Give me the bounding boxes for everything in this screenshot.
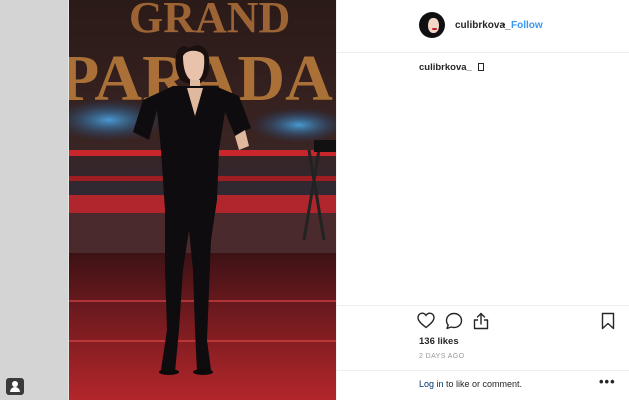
login-prompt-text: to like or comment. xyxy=(443,379,523,389)
login-link[interactable]: Log in xyxy=(419,379,444,389)
avatar-lips xyxy=(432,28,437,30)
post-sidebar: culibrkova_ • Follow culibrkova_ 136 lik… xyxy=(336,0,629,400)
backdrop-letters-top: GRAND xyxy=(129,0,290,42)
action-bar xyxy=(337,305,629,306)
stage-photo-illustration: GRAND PARADA xyxy=(69,0,336,400)
header-separator: • xyxy=(502,20,506,31)
caption-username[interactable]: culibrkova_ xyxy=(419,62,472,73)
heart-icon[interactable] xyxy=(417,312,435,329)
avatar-face xyxy=(428,18,439,33)
more-options-button[interactable]: ••• xyxy=(599,374,616,389)
post-header: culibrkova_ • Follow xyxy=(337,0,629,53)
post-dialog: GRAND PARADA xyxy=(68,0,629,400)
avatar[interactable] xyxy=(419,12,445,38)
follow-button[interactable]: Follow xyxy=(511,20,543,31)
share-icon[interactable] xyxy=(473,312,489,330)
login-prompt: Log in to like or comment. xyxy=(419,379,522,389)
person-icon[interactable] xyxy=(6,378,24,395)
person-icon-body xyxy=(10,387,20,392)
bookmark-icon[interactable] xyxy=(601,312,615,330)
post-timestamp: 2 DAYS AGO xyxy=(419,353,465,360)
likes-count[interactable]: 136 likes xyxy=(419,336,459,347)
post-caption: culibrkova_ xyxy=(419,62,485,73)
comment-icon[interactable] xyxy=(445,312,463,330)
post-photo[interactable]: GRAND PARADA xyxy=(69,0,336,400)
emoji-glyph-icon xyxy=(478,63,485,71)
